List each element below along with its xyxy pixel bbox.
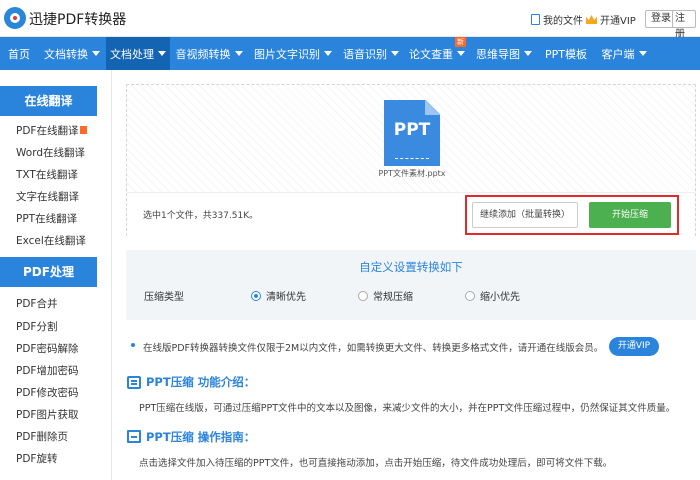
nav-doc-convert[interactable]: 文档转换 — [38, 37, 106, 70]
chevron-down-icon — [524, 51, 532, 56]
nav-home[interactable]: 首页 — [0, 37, 38, 70]
ppt-file-icon-label: PPT — [393, 120, 431, 140]
nav-speech[interactable]: 语音识别 — [338, 37, 404, 70]
chevron-down-icon — [324, 51, 332, 56]
radio-label: 常规压缩 — [373, 292, 413, 303]
radio-clarity-first[interactable]: 清晰优先 — [251, 288, 306, 303]
file-count-text: 选中1个文件，共337.51K。 — [143, 211, 259, 221]
guide-icon — [127, 430, 141, 443]
radio-normal-compress[interactable]: 常规压缩 — [358, 288, 413, 303]
my-files-link[interactable]: 我的文件 — [531, 12, 583, 27]
chevron-down-icon — [234, 51, 243, 56]
nav-paper-check[interactable]: 论文查重新 — [404, 37, 470, 70]
sidebar-item-pdf-merge[interactable]: PDF合并 — [16, 296, 57, 311]
intro-title: PPT压缩 功能介绍： — [146, 375, 256, 389]
sidebar-head-translate: 在线翻译 — [0, 86, 97, 116]
chevron-down-icon — [457, 51, 465, 56]
chevron-down-icon — [158, 51, 166, 56]
nav-ocr[interactable]: 图片文字识别 — [248, 37, 338, 70]
radio-icon — [465, 290, 475, 301]
main-nav: 首页 文档转换 文档处理 音视频转换 图片文字识别 语音识别 论文查重新 思维导… — [0, 37, 700, 70]
notice-bar: 在线版PDF转换器转换文件仅限于2M以内文件，如需转换更大文件、转换更多格式文件… — [126, 335, 696, 363]
open-vip-button[interactable]: 开通VIP — [609, 337, 659, 356]
sidebar-item-pdf-change-password[interactable]: PDF修改密码 — [16, 385, 78, 400]
radio-icon — [358, 290, 368, 301]
open-vip-label: 开通VIP — [600, 16, 636, 27]
radio-selected-icon — [251, 290, 261, 301]
guide-text: 点击选择文件加入待压缩的PPT文件，也可直接拖动添加，点击开始压缩，待文件成功处… — [139, 458, 613, 469]
sidebar-item-txt-translate[interactable]: TXT在线翻译 — [16, 167, 78, 182]
sidebar-head-pdf: PDF处理 — [0, 257, 97, 287]
compress-type-label: 压缩类型 — [144, 292, 184, 303]
sidebar-item-pdf-add-password[interactable]: PDF增加密码 — [16, 363, 78, 378]
top-header: 迅捷PDF转换器 我的文件 开通VIP 登录 注册 — [0, 0, 700, 40]
radio-label: 缩小优先 — [480, 292, 520, 303]
file-icon — [531, 14, 540, 25]
chevron-down-icon — [92, 51, 100, 56]
nav-ppt-template[interactable]: PPT模板 — [538, 37, 594, 70]
settings-panel: 自定义设置转换如下 压缩类型 清晰优先 常规压缩 缩小优先 — [126, 250, 696, 320]
sidebar-item-word-translate[interactable]: Word在线翻译 — [16, 145, 85, 160]
sidebar-item-pdf-delete-page[interactable]: PDF删除页 — [16, 429, 68, 444]
ppt-file-lines — [395, 158, 429, 159]
nav-mindmap[interactable]: 思维导图 — [470, 37, 538, 70]
chevron-down-icon — [638, 51, 647, 56]
logo-icon[interactable] — [4, 7, 26, 29]
sidebar-item-pdf-rotate[interactable]: PDF旋转 — [16, 451, 57, 466]
nav-av-convert[interactable]: 音视频转换 — [170, 37, 248, 70]
guide-title: PPT压缩 操作指南： — [146, 430, 256, 444]
radio-label: 清晰优先 — [266, 292, 306, 303]
sidebar-item-pdf-unlock[interactable]: PDF密码解除 — [16, 341, 78, 356]
sidebar-item-text-translate[interactable]: 文字在线翻译 — [16, 189, 79, 204]
start-compress-button[interactable]: 开始压缩 — [589, 202, 671, 228]
sidebar-item-pdf-extract-images[interactable]: PDF图片获取 — [16, 407, 78, 422]
intro-text: PPT压缩在线版，可通过压缩PPT文件中的文本以及图像，来减少文件的大小，并在P… — [139, 403, 676, 414]
book-icon — [127, 376, 141, 389]
new-badge: 新 — [455, 37, 466, 47]
file-name: PPT文件素材.pptx — [378, 169, 446, 178]
sidebar: 在线翻译 PDF在线翻译 Word在线翻译 TXT在线翻译 文字在线翻译 PPT… — [0, 70, 112, 480]
radio-size-first[interactable]: 缩小优先 — [465, 288, 520, 303]
my-files-label: 我的文件 — [543, 16, 583, 27]
sidebar-item-pdf-split[interactable]: PDF分割 — [16, 319, 57, 334]
brand-name[interactable]: 迅捷PDF转换器 — [29, 9, 126, 29]
sidebar-item-ppt-translate[interactable]: PPT在线翻译 — [16, 211, 77, 226]
bullet-icon — [131, 343, 135, 347]
nav-client[interactable]: 客户端 — [594, 37, 654, 70]
notice-text: 在线版PDF转换器转换文件仅限于2M以内文件，如需转换更大文件、转换更多格式文件… — [143, 343, 604, 354]
register-button[interactable]: 注册 — [672, 10, 696, 40]
sidebar-item-pdf-translate[interactable]: PDF在线翻译 — [16, 123, 88, 138]
settings-title: 自定义设置转换如下 — [359, 260, 463, 274]
open-vip-link[interactable]: 开通VIP — [586, 12, 636, 27]
nav-doc-process[interactable]: 文档处理 — [106, 37, 170, 70]
chevron-down-icon — [391, 51, 399, 56]
upload-area[interactable]: PPT PPT文件素材.pptx 选中1个文件，共337.51K。 继续添加（批… — [126, 84, 696, 236]
hot-badge-icon — [80, 126, 88, 134]
add-more-button[interactable]: 继续添加（批量转换） — [472, 202, 578, 228]
sidebar-item-excel-translate[interactable]: Excel在线翻译 — [16, 233, 86, 248]
crown-icon — [586, 15, 597, 24]
